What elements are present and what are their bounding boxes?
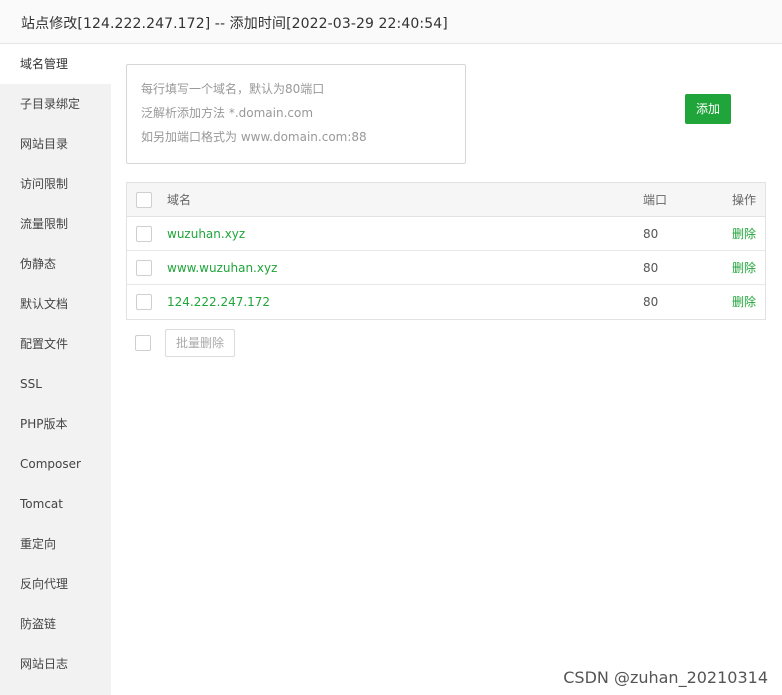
sidebar-item-subdirectory-binding[interactable]: 子目录绑定 <box>0 84 111 124</box>
sidebar-item-rewrite[interactable]: 伪静态 <box>0 244 111 284</box>
sidebar-item-access-restriction[interactable]: 访问限制 <box>0 164 111 204</box>
bulk-select-checkbox[interactable] <box>135 335 151 351</box>
port-value: 80 <box>643 295 659 309</box>
sidebar-item-traffic-limit[interactable]: 流量限制 <box>0 204 111 244</box>
sidebar-item-reverse-proxy[interactable]: 反向代理 <box>0 564 111 604</box>
row-checkbox[interactable] <box>136 226 152 242</box>
domain-input-textarea[interactable]: 每行填写一个域名，默认为80端口 泛解析添加方法 *.domain.com 如另… <box>126 64 466 164</box>
select-all-checkbox[interactable] <box>136 192 152 208</box>
placeholder-line-1: 每行填写一个域名，默认为80端口 <box>141 82 325 96</box>
table-row: 124.222.247.172 80 删除 <box>127 285 765 319</box>
add-domain-button[interactable]: 添加 <box>685 94 731 124</box>
sidebar-item-config-file[interactable]: 配置文件 <box>0 324 111 364</box>
port-value: 80 <box>643 227 659 241</box>
sidebar-item-hotlink-protection[interactable]: 防盗链 <box>0 604 111 644</box>
sidebar-item-default-document[interactable]: 默认文档 <box>0 284 111 324</box>
row-checkbox[interactable] <box>136 294 152 310</box>
table-row: wuzuhan.xyz 80 删除 <box>127 217 765 251</box>
header-domain: 域名 <box>167 193 192 207</box>
bulk-delete-button[interactable]: 批量删除 <box>165 329 235 357</box>
dialog-titlebar: 站点修改[124.222.247.172] -- 添加时间[2022-03-29… <box>0 0 782 44</box>
delete-link[interactable]: 删除 <box>732 217 756 251</box>
sidebar-item-ssl[interactable]: SSL <box>0 364 111 404</box>
domain-table: 域名 端口 操作 wuzuhan.xyz 80 删除 www.wuzuhan.x… <box>126 182 766 320</box>
sidebar-item-composer[interactable]: Composer <box>0 444 111 484</box>
sidebar-item-php-version[interactable]: PHP版本 <box>0 404 111 444</box>
port-value: 80 <box>643 261 659 275</box>
delete-link[interactable]: 删除 <box>732 285 756 319</box>
sidebar-item-site-logs[interactable]: 网站日志 <box>0 644 111 684</box>
row-checkbox[interactable] <box>136 260 152 276</box>
dialog-title: 站点修改[124.222.247.172] -- 添加时间[2022-03-29… <box>21 16 448 32</box>
domain-link[interactable]: www.wuzuhan.xyz <box>167 251 277 285</box>
sidebar-item-redirect[interactable]: 重定向 <box>0 524 111 564</box>
csdn-watermark: CSDN @zuhan_20210314 <box>563 668 768 687</box>
domain-link[interactable]: wuzuhan.xyz <box>167 217 245 251</box>
header-port: 端口 <box>643 193 668 207</box>
sidebar-item-domain-management[interactable]: 域名管理 <box>0 44 111 84</box>
sidebar-item-tomcat[interactable]: Tomcat <box>0 484 111 524</box>
delete-link[interactable]: 删除 <box>732 251 756 285</box>
domain-link[interactable]: 124.222.247.172 <box>167 285 270 319</box>
header-action: 操作 <box>731 193 756 207</box>
settings-sidebar: 域名管理 子目录绑定 网站目录 访问限制 流量限制 伪静态 默认文档 配置文件 … <box>0 44 111 695</box>
placeholder-line-2: 泛解析添加方法 *.domain.com <box>141 106 314 120</box>
table-row: www.wuzuhan.xyz 80 删除 <box>127 251 765 285</box>
placeholder-line-3: 如另加端口格式为 www.domain.com:88 <box>141 130 367 144</box>
sidebar-item-site-directory[interactable]: 网站目录 <box>0 124 111 164</box>
table-header: 域名 端口 操作 <box>127 183 765 217</box>
